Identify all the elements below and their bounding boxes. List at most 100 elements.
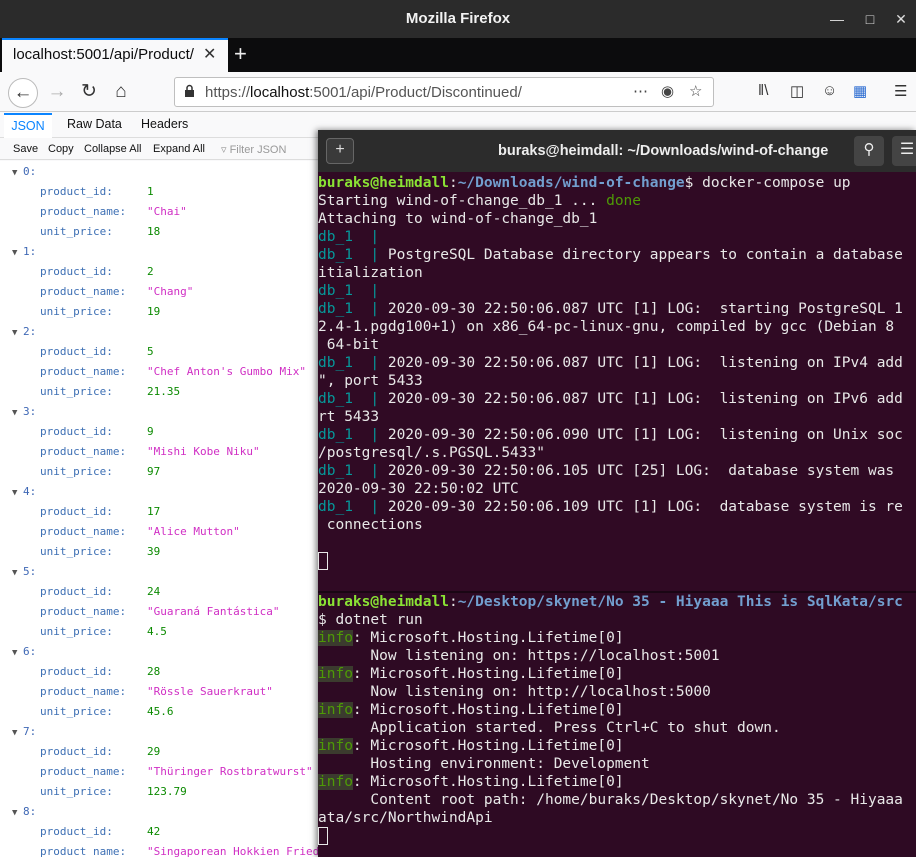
json-index-label: 1: — [23, 245, 37, 258]
json-item-index[interactable]: ▼ 8: — [12, 802, 36, 822]
json-value: 18 — [147, 225, 161, 238]
terminal-text: 2020-09-30 22:50:06.087 UTC [1] LOG: lis… — [379, 391, 903, 407]
json-key: product_name: — [40, 845, 127, 857]
hamburger-menu-icon[interactable]: ☰ — [892, 136, 916, 166]
terminal-text: Starting wind-of-change_db_1 ... — [318, 193, 607, 209]
bookmark-star-icon[interactable]: ☆ — [689, 82, 702, 100]
terminal-line: 2020-09-30 22:50:02 UTC — [318, 480, 916, 498]
terminal-text: buraks@heimdall — [318, 175, 449, 191]
json-index-label: 0: — [23, 165, 37, 178]
terminal-text: db_1 | — [318, 427, 380, 443]
json-item-index[interactable]: ▼ 5: — [12, 562, 36, 582]
json-key: product_id: — [40, 825, 113, 838]
expand-toggle-icon[interactable]: ▼ — [12, 723, 23, 743]
expand-toggle-icon[interactable]: ▼ — [12, 323, 23, 343]
tab-json[interactable]: JSON — [4, 113, 52, 138]
json-key: product_name: — [40, 285, 127, 298]
copy-button[interactable]: Copy — [48, 143, 74, 155]
expand-toggle-icon[interactable]: ▼ — [12, 643, 23, 663]
expand-toggle-icon[interactable]: ▼ — [12, 803, 23, 823]
minimize-icon[interactable]: — — [822, 0, 852, 38]
expand-toggle-icon[interactable]: ▼ — [12, 403, 23, 423]
terminal-line: db_1 | PostgreSQL Database directory app… — [318, 246, 916, 264]
terminal-text: 2.4-1.pgdg100+1) on x86_64-pc-linux-gnu,… — [318, 319, 895, 335]
translate-icon[interactable]: ▦ — [853, 82, 867, 100]
expand-all-button[interactable]: Expand All — [153, 143, 205, 155]
terminal-text: Now listening on: http://localhost:5000 — [318, 684, 711, 700]
sidebar-icon[interactable]: ◫ — [790, 82, 804, 100]
lock-icon[interactable] — [184, 84, 195, 98]
json-item-index[interactable]: ▼ 0: — [12, 162, 36, 182]
json-key: product_name: — [40, 205, 127, 218]
json-item-index[interactable]: ▼ 1: — [12, 242, 36, 262]
terminal-text: PostgreSQL Database directory appears to… — [379, 247, 903, 263]
json-key: unit_price: — [40, 385, 113, 398]
terminal-title: buraks@heimdall: ~/Downloads/wind-of-cha… — [318, 130, 916, 172]
json-index-label: 4: — [23, 485, 37, 498]
tab-raw-data[interactable]: Raw Data — [67, 117, 122, 131]
url-path: :5001/api/Product/Discontinued/ — [309, 84, 522, 101]
terminal-text: db_1 | — [318, 499, 380, 515]
json-key: product_id: — [40, 585, 113, 598]
terminal-pane-docker[interactable]: buraks@heimdall:~/Downloads/wind-of-chan… — [318, 174, 916, 591]
terminal-line: /postgresql/.s.PGSQL.5433" — [318, 444, 916, 462]
pocket-icon[interactable]: ◉ — [661, 82, 674, 100]
json-tree: ▼ 0: product_id: 1 product_name: "Chai" unit_p… — [0, 161, 318, 857]
expand-toggle-icon[interactable]: ▼ — [12, 243, 23, 263]
account-icon[interactable]: ☺ — [822, 82, 837, 99]
terminal-line: ", port 5433 — [318, 372, 916, 390]
json-key: product_name: — [40, 685, 127, 698]
library-icon[interactable]: ‖\ — [758, 82, 768, 99]
menu-icon[interactable]: ☰ — [894, 82, 907, 100]
terminal-line: Content root path: /home/buraks/Desktop/… — [318, 791, 916, 809]
json-index-label: 3: — [23, 405, 37, 418]
terminal-text: ~/Desktop/skynet/No 35 - Hiyaaa This is … — [457, 594, 903, 610]
new-terminal-tab-icon[interactable]: + — [326, 138, 354, 164]
close-icon[interactable]: ✕ — [886, 0, 916, 38]
json-value: 21.35 — [147, 385, 181, 398]
forward-icon[interactable]: → — [42, 78, 72, 108]
page-actions-icon[interactable]: ⋯ — [633, 82, 648, 100]
new-tab-icon[interactable]: + — [234, 41, 247, 67]
expand-toggle-icon[interactable]: ▼ — [12, 563, 23, 583]
json-item-index[interactable]: ▼ 3: — [12, 402, 36, 422]
search-icon[interactable]: ⚲ — [854, 136, 884, 166]
terminal-text: Application started. Press Ctrl+C to shu… — [318, 720, 781, 736]
json-value: 17 — [147, 505, 161, 518]
terminal-pane-dotnet[interactable]: buraks@heimdall:~/Desktop/skynet/No 35 -… — [318, 593, 916, 857]
terminal-line: db_1 | 2020-09-30 22:50:06.087 UTC [1] L… — [318, 300, 916, 318]
json-key: unit_price: — [40, 305, 113, 318]
json-item-index[interactable]: ▼ 7: — [12, 722, 36, 742]
maximize-icon[interactable]: □ — [855, 0, 885, 38]
tab-close-icon[interactable]: ✕ — [203, 44, 216, 64]
reload-icon[interactable]: ↻ — [74, 78, 104, 108]
terminal-line: db_1 | 2020-09-30 22:50:06.087 UTC [1] L… — [318, 390, 916, 408]
json-item-index[interactable]: ▼ 4: — [12, 482, 36, 502]
terminal-line: info: Microsoft.Hosting.Lifetime[0] — [318, 701, 916, 719]
terminal-line — [318, 827, 916, 845]
terminal-text: 2020-09-30 22:50:06.105 UTC [25] LOG: da… — [379, 463, 895, 479]
back-icon[interactable]: ← — [8, 78, 38, 108]
json-value: 5 — [147, 345, 154, 358]
json-value: "Singaporean Hokkien Fried — [147, 845, 318, 857]
tab-headers[interactable]: Headers — [141, 117, 188, 131]
json-key: product_id: — [40, 505, 113, 518]
filter-json-input[interactable]: ▿ Filter JSON — [221, 143, 286, 156]
terminal-line: db_1 | 2020-09-30 22:50:06.105 UTC [25] … — [318, 462, 916, 480]
expand-toggle-icon[interactable]: ▼ — [12, 483, 23, 503]
terminal-text: : — [448, 175, 458, 191]
json-key: unit_price: — [40, 225, 113, 238]
terminal-line: ata/src/NorthwindApi — [318, 809, 916, 827]
collapse-all-button[interactable]: Collapse All — [84, 143, 141, 155]
json-value: 4.5 — [147, 625, 167, 638]
json-value: 24 — [147, 585, 161, 598]
json-key: unit_price: — [40, 545, 113, 558]
terminal-text: : Microsoft.Hosting.Lifetime[0] — [352, 774, 624, 790]
json-item-index[interactable]: ▼ 6: — [12, 642, 36, 662]
json-item-index[interactable]: ▼ 2: — [12, 322, 36, 342]
tab-product[interactable]: localhost:5001/api/Product/ — [2, 38, 228, 72]
expand-toggle-icon[interactable]: ▼ — [12, 163, 23, 183]
home-icon[interactable]: ⌂ — [106, 78, 136, 108]
save-button[interactable]: Save — [13, 143, 38, 155]
